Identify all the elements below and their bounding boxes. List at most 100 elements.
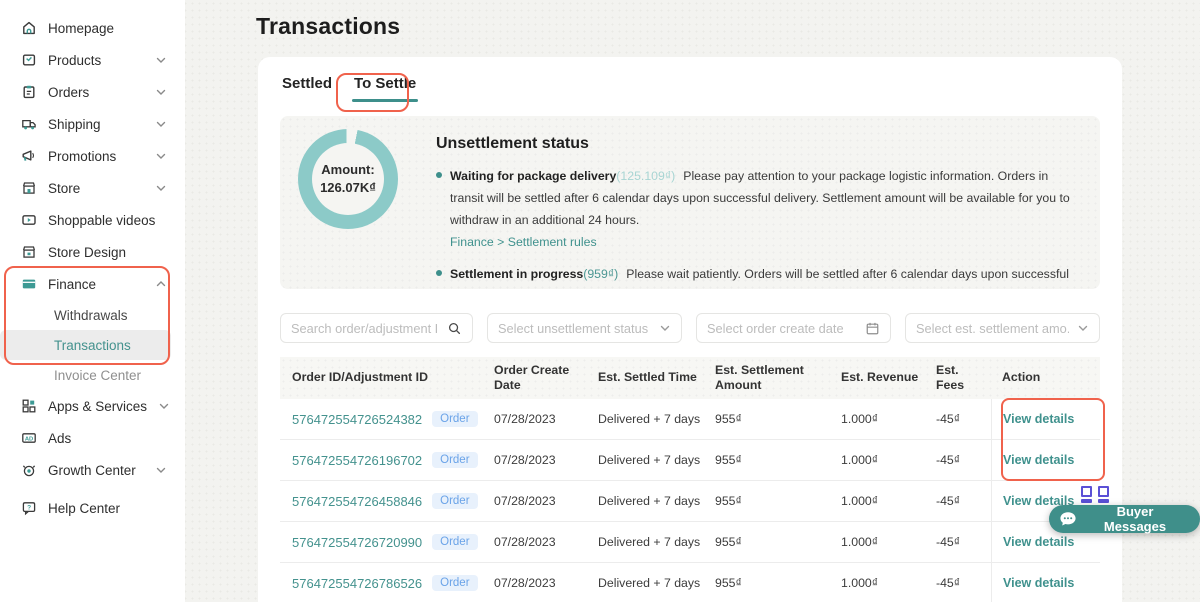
est-fees: -45₫ <box>936 535 991 549</box>
transactions-table: Order ID/Adjustment ID Order Create Date… <box>280 357 1100 602</box>
order-id-link[interactable]: 576472554726524382 <box>292 412 422 427</box>
svg-text:AD: AD <box>25 436 33 442</box>
column-header: Order Create Date <box>494 363 598 394</box>
est-settled-time: Delivered + 7 days <box>598 535 715 549</box>
video-icon <box>21 212 37 228</box>
order-create-date: 07/28/2023 <box>494 412 598 426</box>
est-settled-time: Delivered + 7 days <box>598 453 715 467</box>
order-type-badge: Order <box>432 534 477 550</box>
donut-amount-value: 126.07K₫ <box>320 179 376 197</box>
search-order-input[interactable]: Search order/adjustment ID <box>280 313 473 343</box>
est-settlement-amount: 955₫ <box>715 412 841 426</box>
sidebar-item-growth-center[interactable]: Growth Center <box>0 454 185 486</box>
buyer-messages-button[interactable]: Buyer Messages <box>1049 505 1200 533</box>
sidebar-item-promotions[interactable]: Promotions <box>0 140 185 172</box>
sidebar-item-store-design[interactable]: Store Design <box>0 236 185 268</box>
column-header: Est. Revenue <box>841 370 936 385</box>
order-create-date-picker[interactable]: Select order create date <box>696 313 891 343</box>
est-revenue: 1.000₫ <box>841 535 936 549</box>
table-row: 576472554726196702 Order 07/28/2023 Deli… <box>280 440 1100 481</box>
transactions-card: Settled To Settle Amount: 126.07K₫ Unset… <box>258 57 1122 602</box>
table-row: 576472554726786526 Order 07/28/2023 Deli… <box>280 563 1100 602</box>
order-create-date: 07/28/2023 <box>494 535 598 549</box>
order-id-link[interactable]: 576472554726458846 <box>292 494 422 509</box>
extension-squares-icon <box>1081 486 1109 503</box>
sidebar-item-finance[interactable]: Finance <box>0 268 185 300</box>
search-icon <box>447 321 462 336</box>
chevron-down-icon <box>155 182 167 194</box>
view-details-link[interactable]: View details <box>1003 412 1074 426</box>
sidebar-item-shipping[interactable]: Shipping <box>0 108 185 140</box>
svg-text:?: ? <box>27 505 31 512</box>
order-type-badge: Order <box>432 493 477 509</box>
home-icon <box>21 20 37 36</box>
est-settlement-amount: 955₫ <box>715 576 841 590</box>
order-type-badge: Order <box>432 452 477 468</box>
order-id-link[interactable]: 576472554726720990 <box>292 535 422 550</box>
est-settlement-amount: 955₫ <box>715 535 841 549</box>
view-details-link[interactable]: View details <box>1003 453 1074 467</box>
order-type-badge: Order <box>432 411 477 427</box>
order-id-link[interactable]: 576472554726786526 <box>292 576 422 591</box>
promotions-icon <box>21 148 37 164</box>
apps-icon <box>21 398 37 414</box>
growth-icon <box>21 462 37 478</box>
est-fees: -45₫ <box>936 576 991 590</box>
tab-to-settle[interactable]: To Settle <box>352 73 418 102</box>
table-header: Order ID/Adjustment ID Order Create Date… <box>280 357 1100 399</box>
ads-icon: AD <box>21 430 37 446</box>
sidebar-item-products[interactable]: Products <box>0 44 185 76</box>
donut-amount-label: Amount: <box>321 161 374 179</box>
est-settled-time: Delivered + 7 days <box>598 412 715 426</box>
orders-icon <box>21 84 37 100</box>
est-settled-time: Delivered + 7 days <box>598 494 715 508</box>
sidebar-item-invoice-center[interactable]: Invoice Center <box>0 360 185 390</box>
tabs: Settled To Settle <box>280 73 1100 107</box>
unsettlement-status-select[interactable]: Select unsettlement status <box>487 313 682 343</box>
sidebar-item-apps-services[interactable]: Apps & Services <box>0 390 185 422</box>
sidebar-item-transactions[interactable]: Transactions <box>0 330 171 360</box>
est-settlement-amount: 955₫ <box>715 494 841 508</box>
products-icon <box>21 52 37 68</box>
est-fees: -45₫ <box>936 453 991 467</box>
sidebar-item-shoppable-videos[interactable]: Shoppable videos <box>0 204 185 236</box>
sidebar: Homepage Products Orders Shipping Promot… <box>0 0 185 602</box>
filters-row: Search order/adjustment ID Select unsett… <box>280 313 1100 343</box>
order-id-link[interactable]: 576472554726196702 <box>292 453 422 468</box>
column-header: Est. Settlement Amount <box>715 363 841 394</box>
est-fees: -45₫ <box>936 412 991 426</box>
est-revenue: 1.000₫ <box>841 412 936 426</box>
table-row: 576472554726458846 Order 07/28/2023 Deli… <box>280 481 1100 522</box>
chevron-down-icon <box>155 54 167 66</box>
order-create-date: 07/28/2023 <box>494 453 598 467</box>
sidebar-item-orders[interactable]: Orders <box>0 76 185 108</box>
calendar-icon <box>865 321 880 336</box>
view-details-link[interactable]: View details <box>1003 576 1074 590</box>
sidebar-item-homepage[interactable]: Homepage <box>0 12 185 44</box>
est-revenue: 1.000₫ <box>841 576 936 590</box>
unsettlement-title: Unsettlement status <box>436 135 1082 153</box>
shipping-icon <box>21 116 37 132</box>
column-header: Order ID/Adjustment ID <box>280 370 494 385</box>
sidebar-item-help-center[interactable]: ? Help Center <box>0 492 185 524</box>
chevron-down-icon <box>155 150 167 162</box>
sidebar-item-ads[interactable]: AD Ads <box>0 422 185 454</box>
chevron-down-icon <box>158 400 170 412</box>
page-title: Transactions <box>256 13 400 40</box>
chevron-down-icon <box>1077 322 1089 334</box>
chevron-down-icon <box>155 464 167 476</box>
chevron-down-icon <box>155 86 167 98</box>
column-header: Est. Fees <box>936 363 991 394</box>
settlement-progress-amount: (959₫) <box>583 267 618 281</box>
finance-icon <box>21 276 37 292</box>
settlement-rules-link[interactable]: Finance > Settlement rules <box>450 231 1082 253</box>
view-details-link[interactable]: View details <box>1003 535 1074 549</box>
sidebar-item-withdrawals[interactable]: Withdrawals <box>0 300 185 330</box>
sidebar-item-store[interactable]: Store <box>0 172 185 204</box>
store-design-icon <box>21 244 37 260</box>
unsettlement-status-panel: Amount: 126.07K₫ Unsettlement status Wai… <box>280 116 1100 289</box>
tab-settled[interactable]: Settled <box>280 73 334 102</box>
order-type-badge: Order <box>432 575 477 591</box>
est-settlement-amount-select[interactable]: Select est. settlement amo... <box>905 313 1100 343</box>
amount-donut-chart: Amount: 126.07K₫ <box>298 129 398 229</box>
